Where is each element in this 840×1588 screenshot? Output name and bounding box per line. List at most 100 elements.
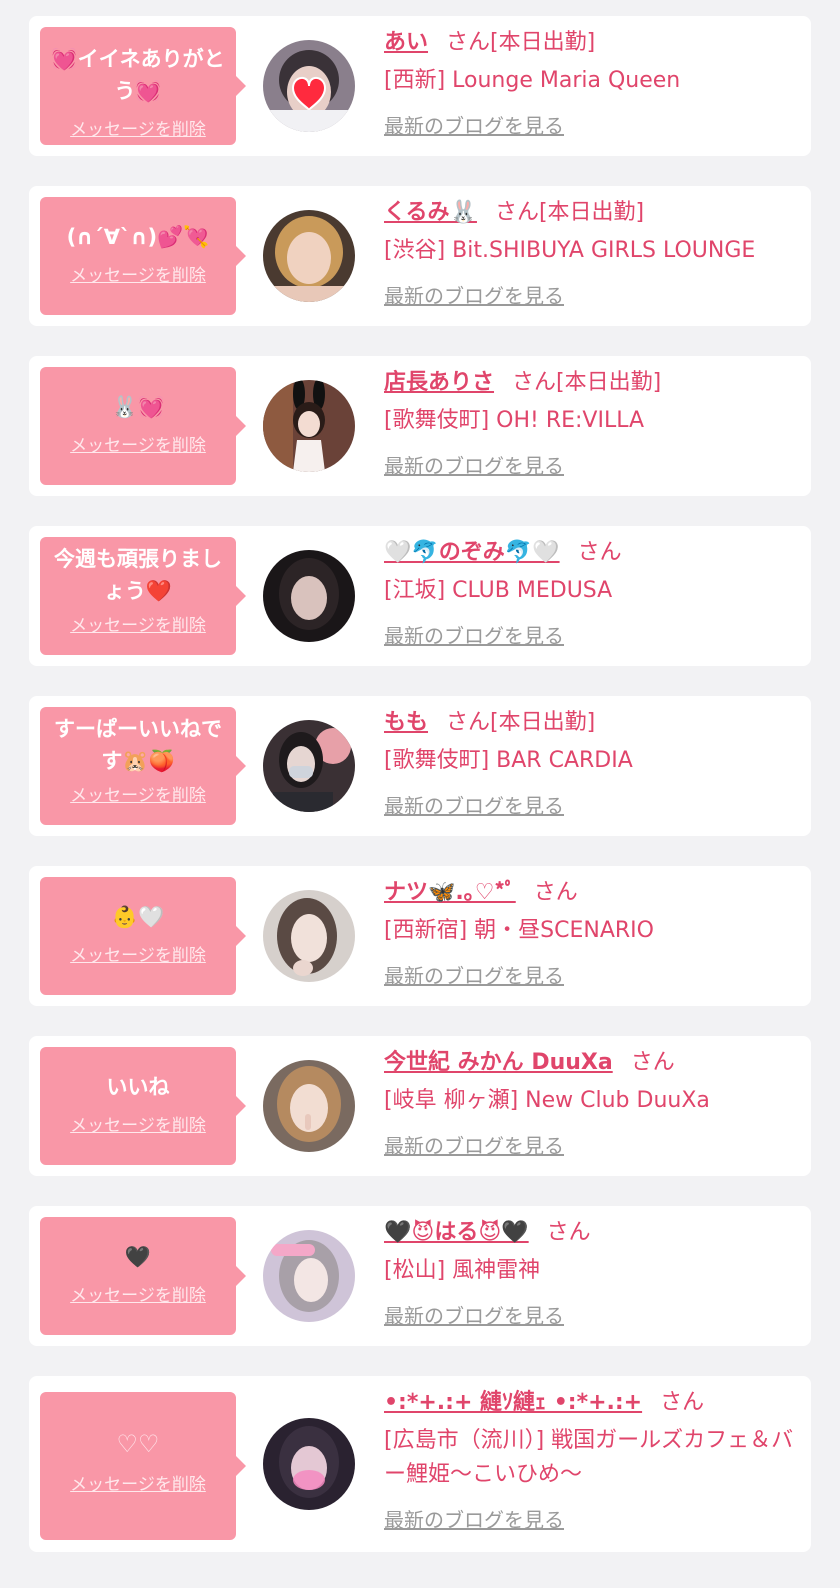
portrait-photo-icon: [263, 550, 355, 642]
message-text: ♡♡: [116, 1430, 160, 1458]
message-card: すーぱーいいねです🐹🍑 メッセージを削除 もも さん[本日出勤] [歌舞伎町] B…: [29, 696, 811, 836]
avatar[interactable]: [263, 380, 355, 472]
delete-message-link[interactable]: メッセージを削除: [70, 261, 206, 286]
honorific: さん: [660, 1390, 705, 1415]
message-text: 今週も頑張りましょう❤️: [54, 547, 222, 603]
portrait-photo-icon: [263, 890, 355, 982]
cast-info: 今世紀 みかん DuuXa さん [岐阜 柳ヶ瀬] New Club DuuXa …: [384, 1048, 799, 1159]
message-bubble: すーぱーいいねです🐹🍑 メッセージを削除: [40, 707, 246, 825]
cast-info: あい さん[本日出勤] [西新] Lounge Maria Queen 最新のブロ…: [384, 28, 799, 139]
shop-name: [岐阜 柳ヶ瀬] New Club DuuXa: [384, 1088, 710, 1113]
honorific: さん: [533, 880, 578, 905]
blurred-portrait-photo-icon: [263, 1418, 355, 1510]
masked-portrait-photo-icon: [263, 720, 355, 812]
honorific: さん: [494, 200, 539, 225]
status-badge: [本日出勤]: [538, 200, 645, 225]
shop-name: [歌舞伎町] OH! RE:VILLA: [384, 408, 645, 433]
heart-sticker-photo-icon: [263, 40, 355, 132]
cast-name-link[interactable]: 今世紀 みかん DuuXa: [384, 1050, 613, 1075]
message-card: 今週も頑張りましょう❤️ メッセージを削除 🤍🐬のぞみ🐬🤍 さん [江坂] CLU…: [29, 526, 811, 666]
cast-name-link[interactable]: •:*+.:+ 縺ｿ縺ｪ •:*+.:+: [384, 1390, 642, 1415]
shop-name: [広島市（流川）] 戦国ガールズカフェ＆バー鯉姫〜こいひめ〜: [384, 1428, 794, 1487]
message-card: 🖤 メッセージを削除 🖤😈はる😈🖤 さん [松山] 風神雷神 最新のブログを見る: [29, 1206, 811, 1346]
cast-info: くるみ🐰 さん[本日出勤] [渋谷] Bit.SHIBUYA GIRLS LOUN…: [384, 198, 799, 309]
message-bubble: 🖤 メッセージを削除: [40, 1217, 246, 1335]
message-card: 👶🤍 メッセージを削除 ナツ🦋.｡♡*ﾟ さん [西新宿] 朝・昼SCENARIO…: [29, 866, 811, 1006]
message-bubble: 💓イイネありがとう💓 メッセージを削除: [40, 27, 246, 145]
delete-message-link[interactable]: メッセージを削除: [70, 115, 206, 140]
latest-blog-link[interactable]: 最新のブログを見る: [384, 790, 564, 819]
latest-blog-link[interactable]: 最新のブログを見る: [384, 620, 564, 649]
shop-name: [歌舞伎町] BAR CARDIA: [384, 748, 633, 773]
latest-blog-link[interactable]: 最新のブログを見る: [384, 1130, 564, 1159]
cast-name-link[interactable]: あい: [384, 30, 428, 55]
avatar[interactable]: [263, 550, 355, 642]
portrait-photo-icon: [263, 210, 355, 302]
avatar[interactable]: [263, 1230, 355, 1322]
delete-message-link[interactable]: メッセージを削除: [70, 941, 206, 966]
cast-name-link[interactable]: 🖤😈はる😈🖤: [384, 1220, 529, 1245]
shop-name: [西新宿] 朝・昼SCENARIO: [384, 918, 654, 943]
cast-name-link[interactable]: 店長ありさ: [384, 370, 494, 395]
latest-blog-link[interactable]: 最新のブログを見る: [384, 280, 564, 309]
bunny-ears-photo-icon: [263, 380, 355, 472]
message-card: いいね メッセージを削除 今世紀 みかん DuuXa さん [岐阜 柳ヶ瀬] Ne…: [29, 1036, 811, 1176]
latest-blog-link[interactable]: 最新のブログを見る: [384, 960, 564, 989]
message-card: 🐰💓 メッセージを削除 店長ありさ さん[本日出勤] [歌舞伎町] OH! RE:…: [29, 356, 811, 496]
shop-name: [江坂] CLUB MEDUSA: [384, 578, 613, 603]
latest-blog-link[interactable]: 最新のブログを見る: [384, 1300, 564, 1329]
avatar[interactable]: [263, 1060, 355, 1152]
avatar[interactable]: [263, 1418, 355, 1510]
message-bubble: ♡♡ メッセージを削除: [40, 1392, 246, 1540]
message-card: 💓イイネありがとう💓 メッセージを削除 あい さん[本日出勤] [西新] Loun…: [29, 16, 811, 156]
avatar[interactable]: [263, 890, 355, 982]
cast-info: もも さん[本日出勤] [歌舞伎町] BAR CARDIA 最新のブログを見る: [384, 708, 799, 819]
message-text: 🐰💓: [111, 395, 165, 419]
avatar[interactable]: [263, 210, 355, 302]
delete-message-link[interactable]: メッセージを削除: [70, 1111, 206, 1136]
shop-name: [西新] Lounge Maria Queen: [384, 68, 681, 93]
message-list: 💓イイネありがとう💓 メッセージを削除 あい さん[本日出勤] [西新] Loun…: [0, 0, 840, 1588]
delete-message-link[interactable]: メッセージを削除: [70, 611, 206, 636]
message-text: すーぱーいいねです🐹🍑: [54, 717, 222, 773]
shop-name: [松山] 風神雷神: [384, 1258, 541, 1283]
cast-info: •:*+.:+ 縺ｿ縺ｪ •:*+.:+ さん [広島市（流川）] 戦国ガールズカ…: [384, 1388, 799, 1533]
delete-message-link[interactable]: メッセージを削除: [70, 1470, 206, 1495]
status-badge: [本日出勤]: [490, 30, 596, 55]
message-bubble: いいね メッセージを削除: [40, 1047, 246, 1165]
status-badge: [本日出勤]: [556, 370, 662, 395]
delete-message-link[interactable]: メッセージを削除: [70, 1281, 206, 1306]
message-text: いいね: [106, 1075, 170, 1099]
status-badge: [本日出勤]: [490, 710, 596, 735]
portrait-photo-icon: [263, 1060, 355, 1152]
honorific: さん: [446, 30, 491, 55]
honorific: さん: [446, 710, 491, 735]
cast-name-link[interactable]: ナツ🦋.｡♡*ﾟ: [384, 880, 516, 905]
cast-info: 🖤😈はる😈🖤 さん [松山] 風神雷神 最新のブログを見る: [384, 1218, 799, 1329]
message-bubble: 👶🤍 メッセージを削除: [40, 877, 246, 995]
cast-info: 店長ありさ さん[本日出勤] [歌舞伎町] OH! RE:VILLA 最新のブログ…: [384, 368, 799, 479]
portrait-photo-icon: [263, 1230, 355, 1322]
message-text: (∩´∀`∩)💕💘: [66, 225, 210, 249]
avatar[interactable]: [263, 40, 355, 132]
cast-name-link[interactable]: くるみ🐰: [384, 200, 477, 225]
shop-name: [渋谷] Bit.SHIBUYA GIRLS LOUNGE: [384, 238, 756, 263]
message-card: ♡♡ メッセージを削除 •:*+.:+ 縺ｿ縺ｪ •:*+.:+ さん [広島市（…: [29, 1376, 811, 1552]
cast-name-link[interactable]: もも: [384, 710, 428, 735]
avatar[interactable]: [263, 720, 355, 812]
cast-name-link[interactable]: 🤍🐬のぞみ🐬🤍: [384, 540, 560, 565]
delete-message-link[interactable]: メッセージを削除: [70, 431, 206, 456]
message-text: 🖤: [124, 1245, 152, 1269]
message-bubble: (∩´∀`∩)💕💘 メッセージを削除: [40, 197, 246, 315]
delete-message-link[interactable]: メッセージを削除: [70, 781, 206, 806]
latest-blog-link[interactable]: 最新のブログを見る: [384, 1504, 564, 1533]
latest-blog-link[interactable]: 最新のブログを見る: [384, 450, 564, 479]
honorific: さん: [577, 540, 622, 565]
latest-blog-link[interactable]: 最新のブログを見る: [384, 110, 564, 139]
cast-info: ナツ🦋.｡♡*ﾟ さん [西新宿] 朝・昼SCENARIO 最新のブログを見る: [384, 878, 799, 989]
message-card: (∩´∀`∩)💕💘 メッセージを削除 くるみ🐰 さん[本日出勤] [渋谷] Bit…: [29, 186, 811, 326]
honorific: さん: [546, 1220, 591, 1245]
honorific: さん: [512, 370, 557, 395]
message-bubble: 🐰💓 メッセージを削除: [40, 367, 246, 485]
honorific: さん: [630, 1050, 675, 1075]
